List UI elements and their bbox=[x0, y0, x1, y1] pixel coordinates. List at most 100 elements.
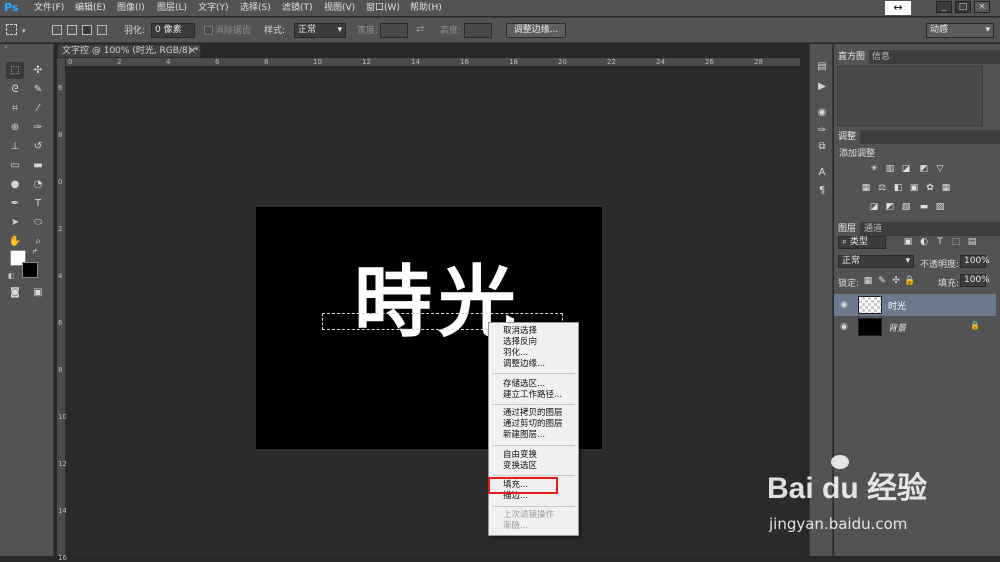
type-tool-icon[interactable]: T bbox=[29, 195, 47, 212]
minimize-button[interactable]: _ bbox=[936, 1, 952, 13]
dodge-tool-icon[interactable]: ◔ bbox=[29, 176, 47, 193]
menu-type[interactable]: 文字(Y) bbox=[198, 0, 229, 16]
history-brush-icon[interactable]: ↺ bbox=[29, 138, 47, 155]
gradient-tool-icon[interactable]: ▬ bbox=[29, 157, 47, 174]
photo-filter-icon[interactable]: ▣ bbox=[908, 183, 920, 194]
tab-adjustments[interactable]: 调整 bbox=[834, 130, 861, 144]
properties-panel-icon[interactable]: ◉ bbox=[814, 106, 830, 120]
width-input[interactable] bbox=[380, 23, 408, 38]
collapse-handle[interactable]: « bbox=[4, 44, 50, 52]
filter-adjust-icon[interactable]: ◐ bbox=[918, 237, 930, 248]
crop-tool-icon[interactable]: ⌗ bbox=[6, 100, 24, 117]
lock-paint-icon[interactable]: ✎ bbox=[876, 276, 888, 287]
exposure-icon[interactable]: ◩ bbox=[918, 164, 930, 175]
eyedropper-tool-icon[interactable]: ⁄ bbox=[29, 100, 47, 117]
filter-pixel-icon[interactable]: ▣ bbox=[902, 237, 914, 248]
height-input[interactable] bbox=[464, 23, 492, 38]
layer-filter-select[interactable]: ⌕ 类型 bbox=[838, 236, 886, 249]
refine-edge-button[interactable]: 调整边缘... bbox=[506, 23, 566, 38]
layer-name[interactable]: 背景 bbox=[888, 321, 906, 334]
menu-refine-edge[interactable]: 调整边缘... bbox=[503, 359, 545, 370]
invert-icon[interactable]: ◪ bbox=[868, 202, 880, 213]
default-colors-icon[interactable]: ◧ bbox=[8, 272, 16, 280]
history-panel-icon[interactable]: ▤ bbox=[814, 60, 830, 74]
workspace-select[interactable]: 动感 ▾ bbox=[926, 23, 994, 38]
color-lookup-icon[interactable]: ▦ bbox=[940, 183, 952, 194]
screen-mode-icon[interactable]: ▣ bbox=[29, 284, 47, 301]
menu-layer-via-cut[interactable]: 通过剪切的图层 bbox=[503, 419, 563, 430]
tab-layers[interactable]: 图层 bbox=[834, 222, 861, 236]
menu-layer-via-copy[interactable]: 通过拷贝的图层 bbox=[503, 408, 563, 419]
layer-row-text[interactable]: ◉ 时光 bbox=[834, 294, 996, 316]
intersect-selection-icon[interactable] bbox=[97, 25, 107, 35]
brush-panel-icon[interactable]: ✑ bbox=[814, 124, 830, 138]
rect-marquee-icon[interactable] bbox=[6, 24, 17, 35]
menu-new-layer[interactable]: 新建图层... bbox=[503, 430, 545, 441]
menu-free-transform[interactable]: 自由变换 bbox=[503, 450, 537, 461]
eye-icon[interactable]: ◉ bbox=[838, 299, 850, 311]
stamp-tool-icon[interactable]: ⊥ bbox=[6, 138, 24, 155]
lasso-tool-icon[interactable]: ᘓ bbox=[6, 81, 24, 98]
document-tab[interactable]: 文字控 @ 100% (时光, RGB/8) * × bbox=[57, 44, 201, 58]
menu-select-inverse[interactable]: 选择反向 bbox=[503, 337, 537, 348]
balance-icon[interactable]: ⚖ bbox=[876, 183, 888, 194]
menu-deselect[interactable]: 取消选择 bbox=[503, 326, 537, 337]
layer-row-background[interactable]: ◉ 背景 🔒 bbox=[834, 316, 996, 338]
feather-input[interactable]: 0 像素 bbox=[151, 23, 195, 38]
selective-color-icon[interactable]: ▨ bbox=[934, 202, 946, 213]
filter-type-icon[interactable]: T bbox=[934, 237, 946, 248]
quick-select-tool-icon[interactable]: ✎ bbox=[29, 81, 47, 98]
menu-select[interactable]: 选择(S) bbox=[240, 0, 271, 16]
menu-feather[interactable]: 羽化... bbox=[503, 348, 528, 359]
gradient-map-icon[interactable]: ▬ bbox=[918, 202, 930, 213]
hand-tool-icon[interactable]: ✋ bbox=[6, 233, 24, 250]
channel-mixer-icon[interactable]: ✿ bbox=[924, 183, 936, 194]
add-selection-icon[interactable] bbox=[67, 25, 77, 35]
menu-window[interactable]: 窗口(W) bbox=[366, 0, 400, 16]
menu-help[interactable]: 帮助(H) bbox=[410, 0, 442, 16]
menu-view[interactable]: 视图(V) bbox=[324, 0, 355, 16]
marquee-tool-icon[interactable]: ⬚ bbox=[6, 62, 24, 79]
menu-transform-selection[interactable]: 变换选区 bbox=[503, 461, 537, 472]
resize-arrows-icon[interactable]: ↔ bbox=[885, 1, 911, 15]
brightness-icon[interactable]: ☀ bbox=[868, 164, 880, 175]
antialias-checkbox[interactable] bbox=[204, 26, 213, 35]
levels-icon[interactable]: ▥ bbox=[884, 164, 896, 175]
pen-tool-icon[interactable]: ✒ bbox=[6, 195, 24, 212]
menu-image[interactable]: 图像(I) bbox=[117, 0, 145, 16]
tab-channels[interactable]: 通道 bbox=[860, 222, 886, 236]
tab-info[interactable]: 信息 bbox=[868, 50, 894, 64]
fill-input[interactable]: 100% bbox=[960, 274, 990, 287]
move-tool-icon[interactable]: ✣ bbox=[29, 62, 47, 79]
menu-file[interactable]: 文件(F) bbox=[34, 0, 64, 16]
tab-histogram[interactable]: 直方图 bbox=[834, 50, 870, 64]
eraser-tool-icon[interactable]: ▭ bbox=[6, 157, 24, 174]
subtract-selection-icon[interactable] bbox=[82, 25, 92, 35]
opacity-input[interactable]: 100% bbox=[960, 255, 990, 268]
curves-icon[interactable]: ◪ bbox=[900, 164, 912, 175]
clone-source-icon[interactable]: ⧉ bbox=[814, 140, 830, 154]
tab-close-icon[interactable]: × bbox=[188, 45, 196, 57]
menu-make-work-path[interactable]: 建立工作路径... bbox=[503, 390, 562, 401]
lock-all-icon[interactable]: 🔒 bbox=[904, 276, 916, 287]
swap-colors-icon[interactable]: ↱ bbox=[32, 248, 40, 256]
hue-icon[interactable]: ▦ bbox=[860, 183, 872, 194]
blur-tool-icon[interactable]: ● bbox=[6, 176, 24, 193]
menu-save-selection[interactable]: 存储选区... bbox=[503, 379, 545, 390]
actions-play-icon[interactable]: ▶ bbox=[814, 80, 830, 94]
paragraph-panel-icon[interactable]: ¶ bbox=[814, 184, 830, 198]
blend-mode-select[interactable]: 正常 ▾ bbox=[838, 255, 914, 268]
menu-edit[interactable]: 编辑(E) bbox=[75, 0, 106, 16]
swap-icon[interactable]: ⇄ bbox=[416, 24, 424, 35]
posterize-icon[interactable]: ◩ bbox=[884, 202, 896, 213]
path-select-icon[interactable]: ➤ bbox=[6, 214, 24, 231]
filter-shape-icon[interactable]: ⬚ bbox=[950, 237, 962, 248]
chevron-down-icon[interactable]: ▾ bbox=[22, 27, 28, 35]
layer-name[interactable]: 时光 bbox=[888, 299, 906, 312]
maximize-button[interactable]: □ bbox=[955, 1, 971, 13]
vibrance-icon[interactable]: ▽ bbox=[934, 164, 946, 175]
menu-layer[interactable]: 图层(L) bbox=[157, 0, 187, 16]
menu-filter[interactable]: 滤镜(T) bbox=[282, 0, 313, 16]
background-color-swatch[interactable] bbox=[22, 262, 38, 278]
brush-tool-icon[interactable]: ✑ bbox=[29, 119, 47, 136]
